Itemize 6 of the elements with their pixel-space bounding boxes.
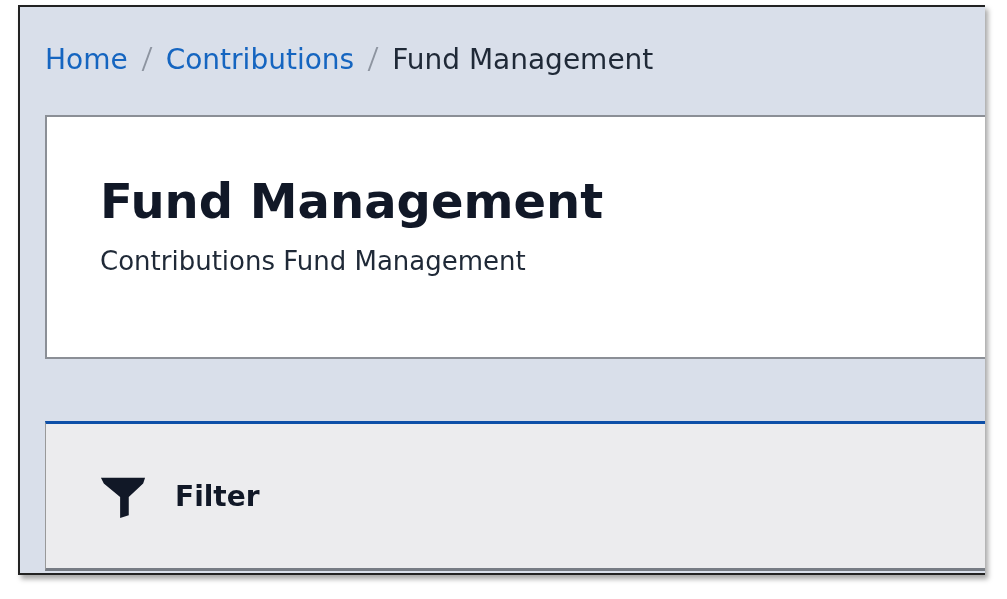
breadcrumb-link[interactable]: Home xyxy=(45,42,128,76)
breadcrumb-current: Fund Management xyxy=(392,42,654,76)
page-title: Fund Management xyxy=(100,175,605,228)
filter-label[interactable]: Filter xyxy=(175,479,260,513)
page-subtitle: Contributions Fund Management xyxy=(100,245,527,276)
breadcrumb-link[interactable]: Contributions xyxy=(165,42,355,76)
